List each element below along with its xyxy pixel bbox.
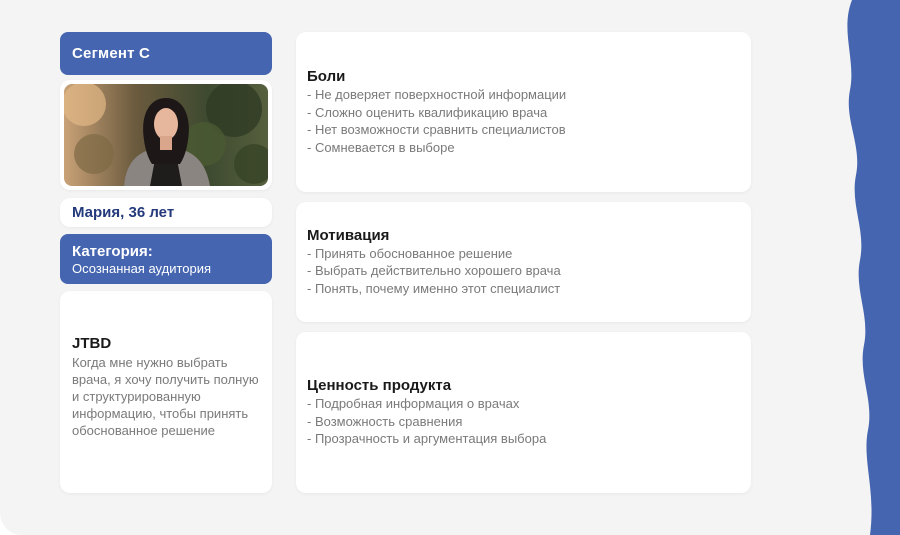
persona-board: Сегмент С Мария, 36 лет Категория: Осозн…: [0, 0, 900, 535]
jtbd-title: JTBD: [72, 335, 112, 352]
value-item: - Подробная информация о врачах: [307, 396, 520, 412]
value-item: - Прозрачность и аргументация выбора: [307, 431, 547, 447]
pains-card: Боли - Не доверяет поверхностной информа…: [296, 32, 751, 192]
pains-item: - Сомневается в выборе: [307, 139, 455, 155]
category-value: Осознанная аудитория: [72, 261, 212, 276]
pains-title: Боли: [307, 68, 346, 85]
persona-photo-card: [60, 80, 272, 190]
category-title: Категория:: [72, 243, 153, 260]
motivation-item: - Понять, почему именно этот специалист: [307, 280, 561, 296]
motivation-title: Мотивация: [307, 226, 390, 244]
motivation-item: - Принять обоснованное решение: [307, 245, 513, 261]
value-item: - Возможность сравнения: [307, 413, 463, 429]
segment-label: Сегмент С: [60, 32, 272, 75]
persona-photo: [64, 84, 268, 186]
decorative-wave: [847, 0, 900, 535]
pains-item: - Нет возможности сравнить специалистов: [307, 122, 566, 137]
category-card: Категория: Осознанная аудитория: [60, 234, 272, 284]
motivation-card: Мотивация - Принять обоснованное решение…: [296, 202, 751, 322]
value-title: Ценность продукта: [307, 377, 452, 395]
pains-item: - Не доверяет поверхностной информации: [307, 87, 567, 102]
pains-item: - Сложно оценить квалификацию врача: [307, 104, 548, 120]
value-card: Ценность продукта - Подробная информация…: [296, 332, 751, 493]
motivation-item: - Выбрать действительно хорошего врача: [307, 263, 561, 279]
persona-name: Мария, 36 лет: [60, 198, 272, 227]
jtbd-text: Когда мне нужно выбрать врача, я хочу по…: [72, 355, 259, 438]
jtbd-card: JTBD Когда мне нужно выбрать врача, я хо…: [60, 291, 272, 493]
